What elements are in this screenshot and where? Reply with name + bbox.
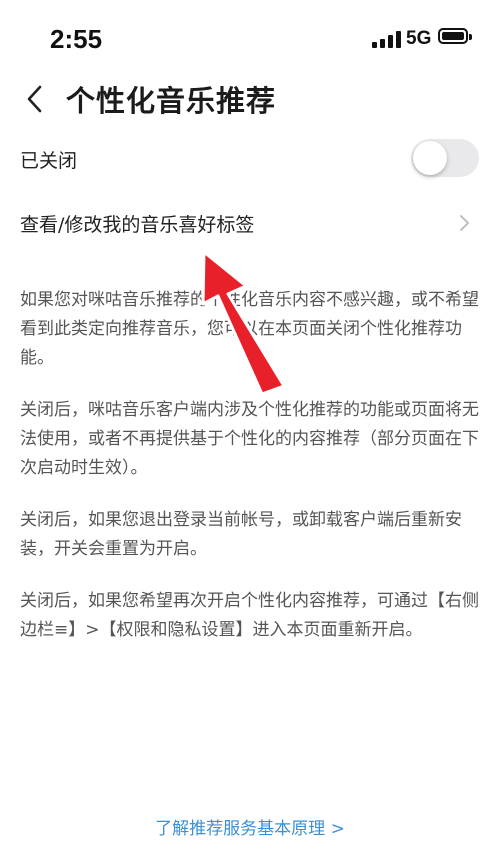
header: 个性化音乐推荐 <box>0 76 500 122</box>
toggle-label: 已关闭 <box>20 150 78 172</box>
page-title: 个性化音乐推荐 <box>66 84 277 118</box>
music-preference-label: 查看/修改我的音乐喜好标签 <box>20 214 255 236</box>
network-label: 5G <box>406 28 432 49</box>
signal-icon <box>372 30 402 48</box>
description-paragraph: 关闭后，如果您退出登录当前帐号，或卸载客户端后重新安装，开关会重置为开启。 <box>20 510 462 559</box>
status-time: 2:55 <box>50 24 103 54</box>
chevron-right-icon <box>460 215 469 231</box>
learn-more-link[interactable]: 了解推荐服务基本原理 > <box>0 814 500 839</box>
description-paragraph: 关闭后，咪咕音乐客户端内涉及个性化推荐的功能或页面将无法使用，或者不再提供基于个… <box>20 400 479 478</box>
toggle-knob <box>413 141 447 175</box>
description-paragraph: 关闭后，如果您希望再次开启个性化内容推荐，可通过【右侧边栏≡】>【权限和隐私设置… <box>20 591 479 640</box>
personalization-toggle-row: 已关闭 <box>0 136 500 182</box>
description-paragraph: 如果您对咪咕音乐推荐的个性化音乐内容不感兴趣，或不希望看到此类定向推荐音乐，您可… <box>20 290 479 368</box>
battery-icon <box>438 28 472 44</box>
description: 如果您对咪咕音乐推荐的个性化音乐内容不感兴趣，或不希望看到此类定向推荐音乐，您可… <box>20 286 480 668</box>
back-icon[interactable] <box>18 80 54 118</box>
status-bar: 2:55 5G <box>0 0 500 76</box>
music-preference-row[interactable]: 查看/修改我的音乐喜好标签 <box>0 200 500 246</box>
personalization-toggle[interactable] <box>411 139 479 177</box>
